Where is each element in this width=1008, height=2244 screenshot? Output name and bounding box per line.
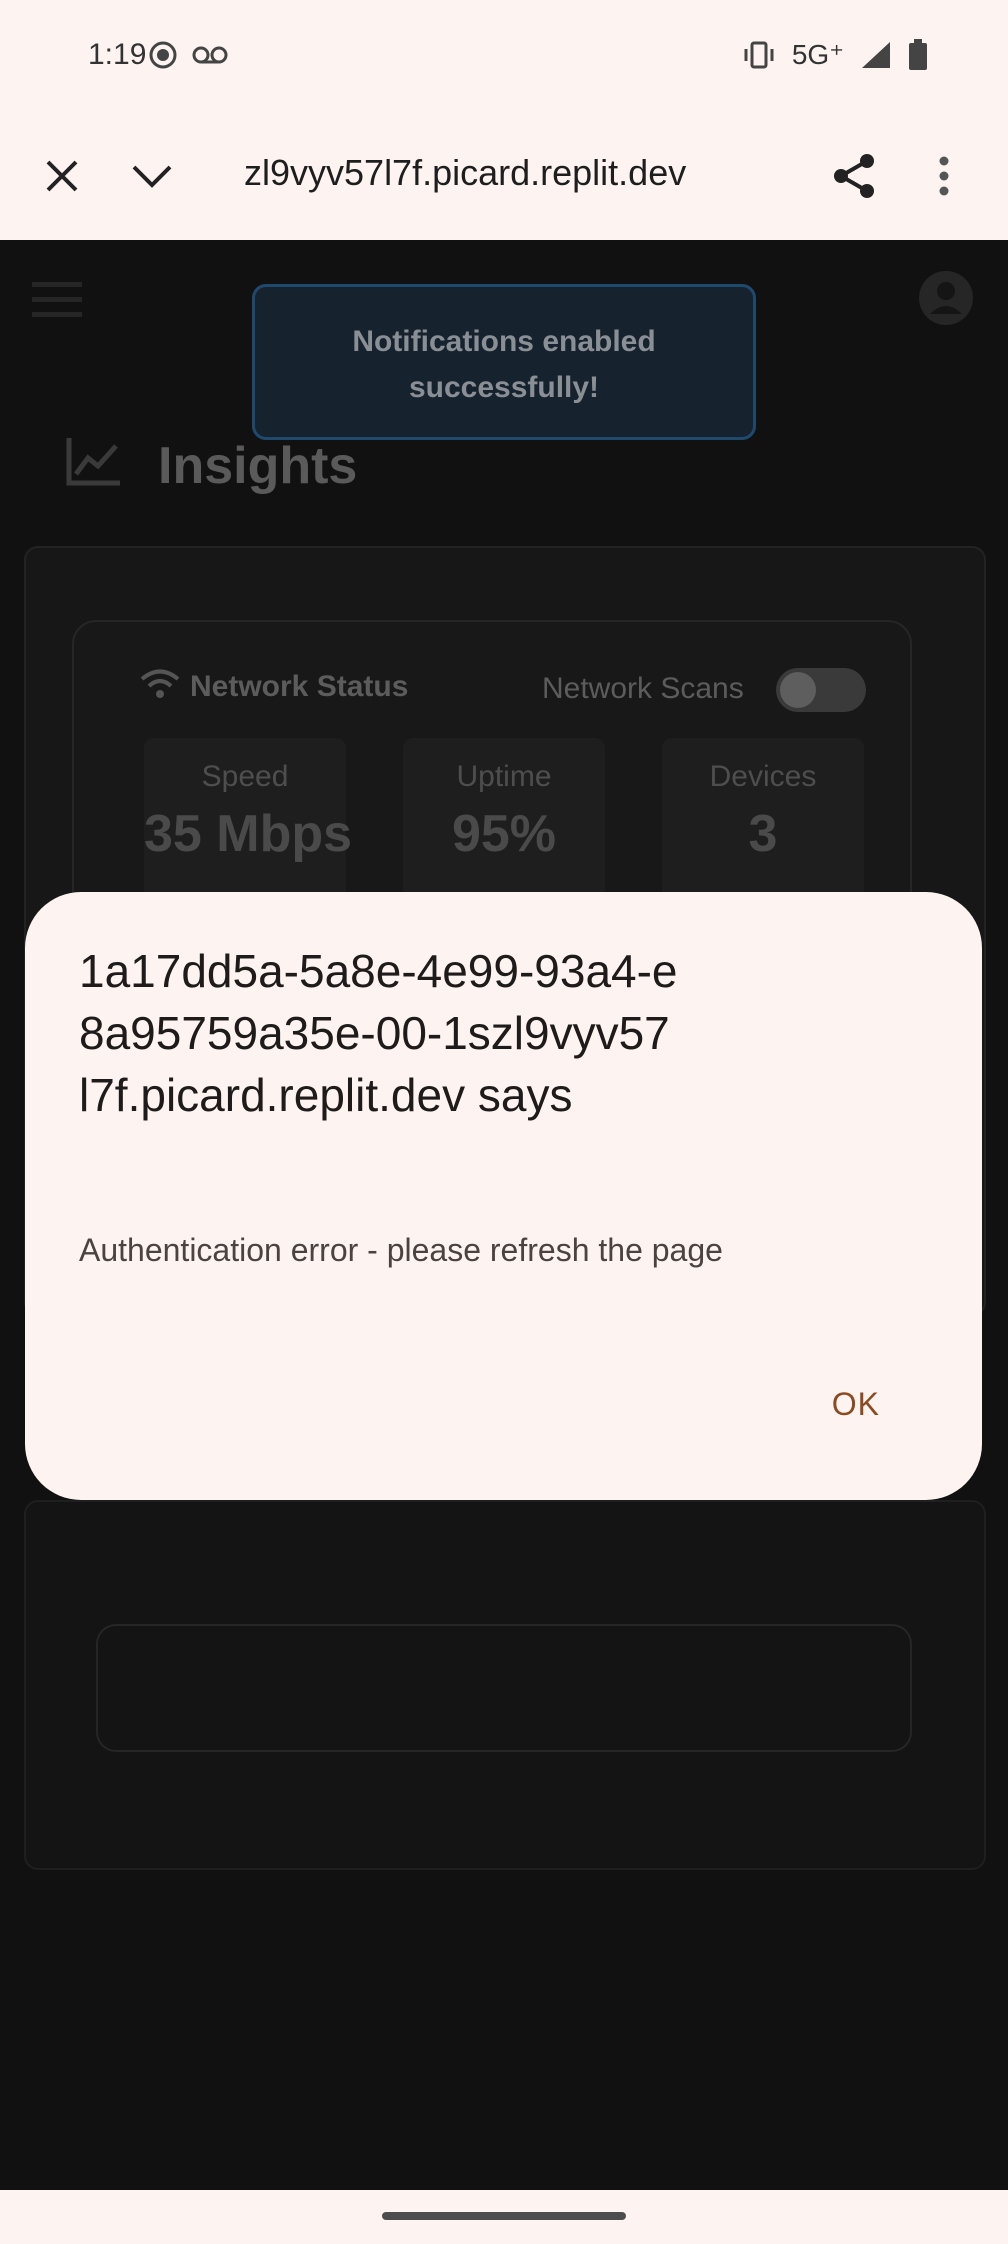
- system-nav-bar: [0, 2190, 1008, 2244]
- status-indicators: 5G⁺: [742, 38, 928, 71]
- stat-speed: Speed 35 Mbps: [144, 738, 353, 908]
- chart-line-icon: [66, 436, 122, 491]
- stat-label: Devices: [709, 760, 817, 793]
- stat-label: Uptime: [456, 760, 552, 793]
- toggle-knob: [780, 672, 816, 708]
- signal-icon: [862, 41, 890, 68]
- stat-value: 3: [748, 805, 778, 863]
- home-gesture-handle[interactable]: [382, 2212, 626, 2220]
- url-bar[interactable]: zl9vyv57l7f.picard.replit.dev: [244, 152, 686, 194]
- page-title: Insights: [158, 437, 358, 495]
- ok-button[interactable]: OK: [832, 1386, 880, 1423]
- account-avatar-icon[interactable]: [918, 270, 974, 331]
- dialog-title: 1a17dd5a-5a8e-4e99-93a4-e8a95759a35e-00-…: [79, 945, 678, 1121]
- dialog-message: Authentication error - please refresh th…: [79, 1232, 723, 1268]
- network-scans-label: Network Scans: [542, 672, 744, 705]
- close-icon[interactable]: [38, 152, 86, 200]
- stat-label: Speed: [201, 760, 289, 793]
- battery-icon: [909, 38, 927, 70]
- more-options-icon[interactable]: [920, 152, 968, 200]
- status-bar: 1:19 5G⁺: [0, 0, 1008, 112]
- stat-uptime: Uptime 95%: [403, 738, 605, 908]
- stat-devices: Devices 3: [662, 738, 864, 908]
- status-time: 1:19: [88, 38, 147, 71]
- chevron-down-icon[interactable]: [128, 152, 176, 200]
- stat-value: 95%: [451, 805, 557, 863]
- screen-record-icon: [149, 41, 177, 69]
- status-notification-icons: [148, 40, 228, 70]
- hamburger-menu-icon[interactable]: [32, 280, 82, 325]
- notification-toast: Notifications enabled successfully!: [252, 284, 756, 440]
- secondary-card-inner: [96, 1624, 912, 1752]
- network-type: 5G⁺: [791, 39, 844, 70]
- alert-dialog: 1a17dd5a-5a8e-4e99-93a4-e8a95759a35e-00-…: [25, 892, 982, 1500]
- share-icon[interactable]: [830, 152, 878, 200]
- wifi-icon: [140, 668, 180, 705]
- voicemail-icon: [192, 46, 228, 64]
- vibrate-icon: [744, 41, 774, 68]
- network-scans-toggle[interactable]: [776, 668, 866, 712]
- stat-value: 35 Mbps: [144, 805, 353, 863]
- network-status-title: Network Status: [190, 670, 409, 703]
